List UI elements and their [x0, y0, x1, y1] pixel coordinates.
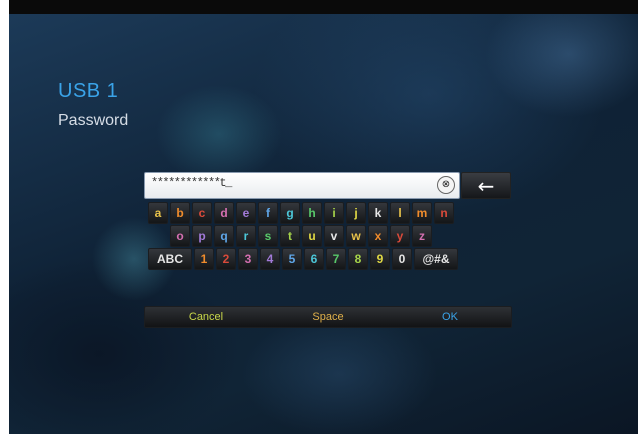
clear-icon[interactable]: ⊗	[437, 176, 455, 194]
top-border	[0, 0, 642, 14]
key-f[interactable]: f	[258, 202, 278, 224]
key-c[interactable]: c	[192, 202, 212, 224]
backspace-icon[interactable]: ←	[461, 172, 511, 199]
key-b[interactable]: b	[170, 202, 190, 224]
device-title: USB 1	[58, 80, 119, 102]
key-l[interactable]: l	[390, 202, 410, 224]
key-9[interactable]: 9	[370, 248, 390, 270]
cancel-button[interactable]: Cancel	[145, 307, 267, 327]
ok-button[interactable]: OK	[389, 307, 511, 327]
key-p[interactable]: p	[192, 225, 212, 247]
key-d[interactable]: d	[214, 202, 234, 224]
key-e[interactable]: e	[236, 202, 256, 224]
keyboard-row-letters-1: abcdefghijklmn	[148, 202, 454, 224]
keyboard-row-numbers: ABC 1 2 3 4 5 6 7 8 9 0 @#&	[148, 248, 458, 270]
key-6[interactable]: 6	[304, 248, 324, 270]
key-h[interactable]: h	[302, 202, 322, 224]
keyboard-row-letters-2: opqrstuvwxyz	[170, 225, 432, 247]
key-4[interactable]: 4	[260, 248, 280, 270]
key-7[interactable]: 7	[326, 248, 346, 270]
key-a[interactable]: a	[148, 202, 168, 224]
keyboard-action-bar: Cancel Space OK	[144, 306, 512, 328]
key-v[interactable]: v	[324, 225, 344, 247]
key-1[interactable]: 1	[194, 248, 214, 270]
key-m[interactable]: m	[412, 202, 432, 224]
key-n[interactable]: n	[434, 202, 454, 224]
key-5[interactable]: 5	[282, 248, 302, 270]
field-label: Password	[58, 112, 129, 129]
key-0[interactable]: 0	[392, 248, 412, 270]
key-q[interactable]: q	[214, 225, 234, 247]
space-button[interactable]: Space	[267, 307, 389, 327]
screen-background	[9, 14, 638, 434]
key-2[interactable]: 2	[216, 248, 236, 270]
key-t[interactable]: t	[280, 225, 300, 247]
key-y[interactable]: y	[390, 225, 410, 247]
key-o[interactable]: o	[170, 225, 190, 247]
key-symbols[interactable]: @#&	[414, 248, 458, 270]
key-s[interactable]: s	[258, 225, 278, 247]
key-j[interactable]: j	[346, 202, 366, 224]
key-r[interactable]: r	[236, 225, 256, 247]
key-u[interactable]: u	[302, 225, 322, 247]
left-border	[0, 0, 9, 434]
right-border	[638, 0, 642, 434]
key-x[interactable]: x	[368, 225, 388, 247]
password-value: ************t_	[151, 176, 232, 190]
key-i[interactable]: i	[324, 202, 344, 224]
key-8[interactable]: 8	[348, 248, 368, 270]
key-z[interactable]: z	[412, 225, 432, 247]
key-w[interactable]: w	[346, 225, 366, 247]
password-input[interactable]: ************t_	[144, 172, 460, 199]
key-mode-abc[interactable]: ABC	[148, 248, 192, 270]
key-k[interactable]: k	[368, 202, 388, 224]
key-3[interactable]: 3	[238, 248, 258, 270]
key-g[interactable]: g	[280, 202, 300, 224]
